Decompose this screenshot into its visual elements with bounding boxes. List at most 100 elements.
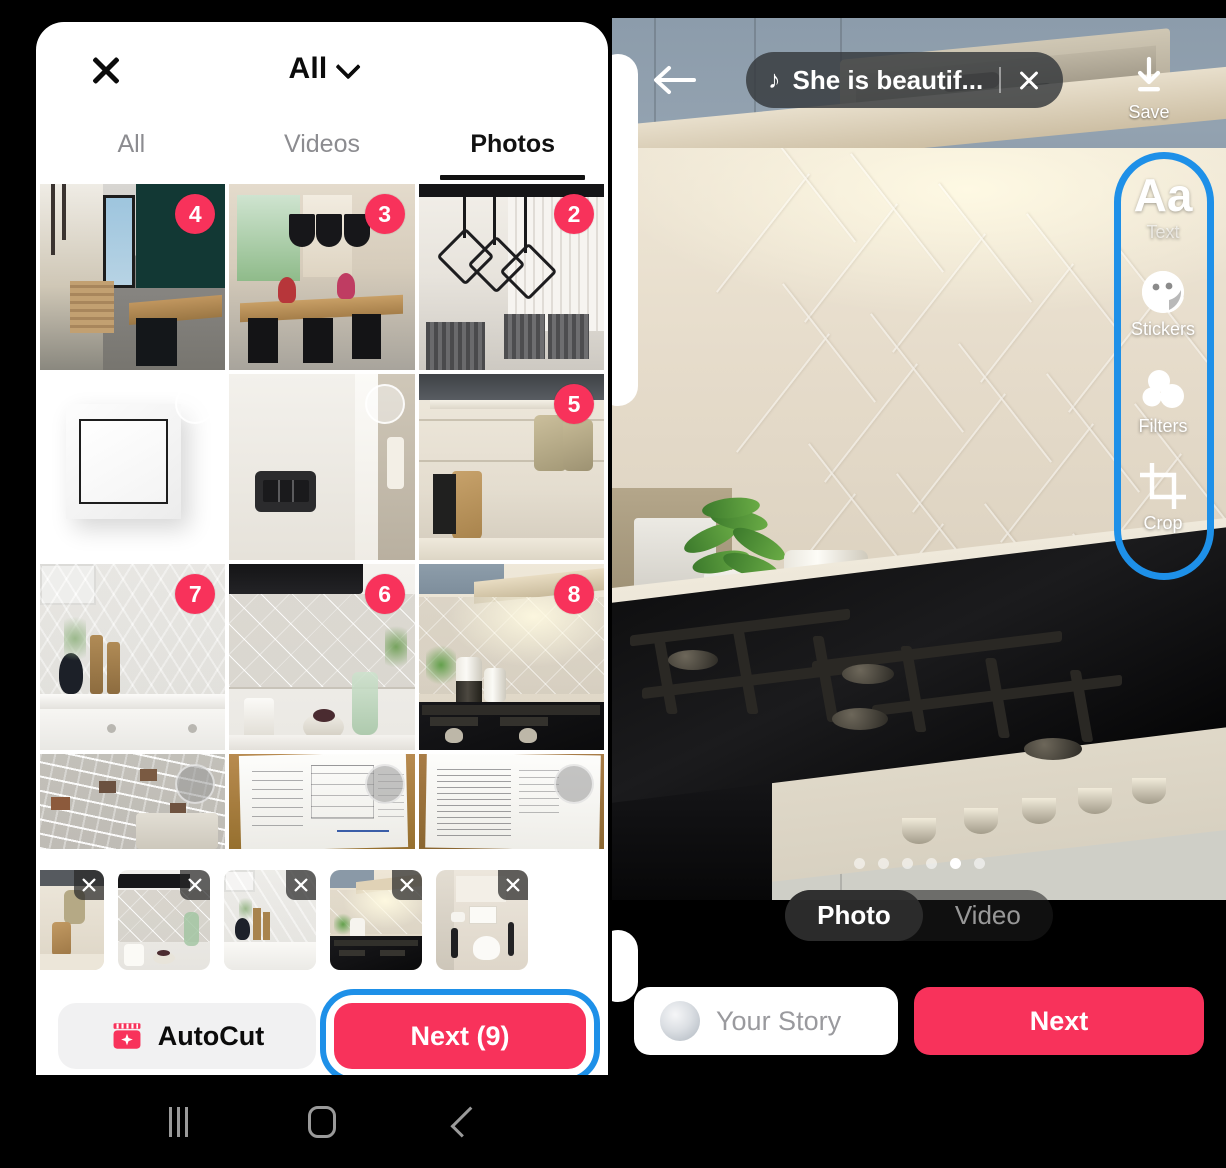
grid-item-geometric-pendant-lights[interactable]: 2 [418, 184, 604, 370]
grid-item-white-wall-switch[interactable] [40, 374, 226, 560]
gallery-action-bar: AutoCut Next (9) [36, 989, 608, 1075]
music-track-chip[interactable]: ♪ She is beautif... [746, 52, 1064, 108]
grid-item-mosaic-tile-samples[interactable] [40, 754, 226, 849]
autocut-label: AutoCut [157, 1020, 265, 1051]
remove-thumbnail-button[interactable] [498, 870, 528, 900]
next-label: Next (9) [410, 1020, 510, 1051]
close-icon [400, 878, 414, 892]
chip-divider [999, 67, 1002, 93]
autocut-button[interactable]: AutoCut [58, 1003, 316, 1069]
chevron-down-icon [335, 54, 362, 80]
tool-stickers-label: Stickers [1130, 319, 1195, 339]
close-icon [188, 878, 202, 892]
tab-videos[interactable]: Videos [227, 114, 418, 174]
remove-thumbnail-button[interactable] [392, 870, 422, 900]
music-track-title: She is beautif... [792, 64, 984, 95]
recents-icon[interactable] [148, 1092, 208, 1152]
music-close-icon[interactable] [1017, 68, 1041, 92]
filmstrip-item-bathroom[interactable] [436, 870, 528, 970]
selection-badge[interactable]: 2 [553, 194, 594, 234]
grid-item-document-text-page[interactable] [418, 754, 604, 849]
tool-crop-label: Crop [1143, 513, 1183, 533]
tool-text-label: Text [1146, 222, 1180, 242]
close-icon [294, 878, 308, 892]
tool-crop[interactable]: Crop [1140, 461, 1186, 534]
story-next-label: Next [1029, 1005, 1089, 1036]
tab-all-label: All [117, 129, 146, 158]
selection-circle[interactable] [364, 764, 405, 804]
filmstrip-item-herringbone-vase[interactable] [224, 870, 316, 970]
grid-item-herringbone-backsplash-vase[interactable]: 7 [40, 564, 226, 750]
music-note-icon: ♪ [768, 65, 781, 94]
back-icon[interactable] [436, 1092, 496, 1152]
grid-item-document-form-page[interactable] [229, 754, 415, 849]
gallery-header: All [36, 22, 608, 114]
tool-filters-label: Filters [1138, 416, 1188, 436]
tool-filters[interactable]: Filters [1139, 364, 1188, 437]
save-label: Save [1128, 102, 1170, 122]
clapperboard-sparkle-icon [113, 1023, 141, 1049]
filmstrip-item-gas-hob[interactable] [330, 870, 422, 970]
tool-text[interactable]: Aa Text [1134, 170, 1193, 243]
media-type-tabs: All Videos Photos [36, 114, 608, 180]
next-button[interactable]: Next (9) [334, 1003, 586, 1069]
selection-badge[interactable]: 5 [553, 384, 594, 424]
selection-badge[interactable]: 3 [364, 194, 405, 234]
editor-top-bar: ♪ She is beautif... Save [612, 18, 1226, 138]
crop-icon [1140, 461, 1186, 511]
carousel-dot[interactable] [853, 858, 865, 869]
download-icon [1137, 56, 1161, 92]
tab-all[interactable]: All [36, 114, 227, 174]
filters-circles-icon [1139, 364, 1187, 414]
filmstrip-item-3d-diamond-tile[interactable] [118, 870, 210, 970]
remove-thumbnail-button[interactable] [74, 870, 104, 900]
your-story-label: Your Story [716, 1005, 842, 1036]
sticker-smiley-icon [1139, 267, 1187, 317]
tool-stickers[interactable]: Stickers [1131, 267, 1195, 340]
grid-item-dining-room-dark-wall[interactable]: 4 [40, 184, 226, 370]
grid-item-kitchen-tiles-oven-mitts[interactable]: 5 [418, 374, 604, 560]
mode-photo-label: Photo [817, 900, 891, 930]
tab-photos[interactable]: Photos [417, 114, 608, 180]
your-story-button[interactable]: Your Story [634, 987, 898, 1055]
mode-video[interactable]: Video [923, 890, 1053, 941]
gallery-sheet: All All Videos Photos 4 3 2 5 7 6 8 Auto… [36, 22, 608, 1075]
remove-thumbnail-button[interactable] [286, 870, 316, 900]
screenshot-root: All All Videos Photos 4 3 2 5 7 6 8 Auto… [0, 0, 1226, 1168]
tab-videos-label: Videos [284, 129, 360, 158]
selection-circle[interactable] [553, 764, 594, 804]
selected-media-filmstrip [36, 870, 608, 974]
status-bar [612, 0, 1226, 18]
tab-photos-label: Photos [470, 129, 556, 158]
carousel-dot-active[interactable] [949, 858, 961, 869]
remove-thumbnail-button[interactable] [180, 870, 210, 900]
selection-badge[interactable]: 6 [364, 574, 405, 614]
album-selector[interactable]: All [36, 52, 608, 86]
android-navbar-left [36, 1075, 608, 1168]
carousel-dot[interactable] [925, 858, 937, 869]
text-aa-icon: Aa [1133, 169, 1193, 221]
arrow-left-icon[interactable] [650, 60, 698, 100]
save-button[interactable]: Save [1114, 56, 1184, 123]
grid-item-black-triple-switch-hallway[interactable] [229, 374, 415, 560]
next-button-wrapper: Next (9) [320, 989, 600, 1075]
grid-item-3d-diamond-tile-backsplash[interactable]: 6 [229, 564, 415, 750]
selection-badge[interactable]: 8 [553, 574, 594, 614]
gallery-picker-panel: All All Videos Photos 4 3 2 5 7 6 8 Auto… [0, 0, 608, 1168]
home-icon[interactable] [292, 1092, 352, 1152]
close-icon [506, 878, 520, 892]
story-next-button[interactable]: Next [914, 987, 1204, 1055]
story-editor-panel: ♪ She is beautif... Save Aa Text Sticker… [612, 0, 1226, 1168]
carousel-dot[interactable] [973, 858, 985, 869]
selection-circle[interactable] [364, 384, 405, 424]
carousel-dot[interactable] [901, 858, 913, 869]
share-action-bar: Your Story Next [612, 985, 1226, 1057]
editor-tool-rail: Aa Text Stickers Filters Crop [1124, 170, 1202, 534]
carousel-dot[interactable] [877, 858, 889, 869]
album-label: All [288, 52, 328, 85]
user-avatar [660, 1001, 700, 1041]
grid-item-dining-table-pendant-lamps[interactable]: 3 [229, 184, 415, 370]
filmstrip-item-kitchen-tiles-oven-mitts[interactable] [40, 870, 104, 970]
mode-photo[interactable]: Photo [785, 890, 923, 941]
grid-item-gas-hob-backsplash[interactable]: 8 [418, 564, 604, 750]
